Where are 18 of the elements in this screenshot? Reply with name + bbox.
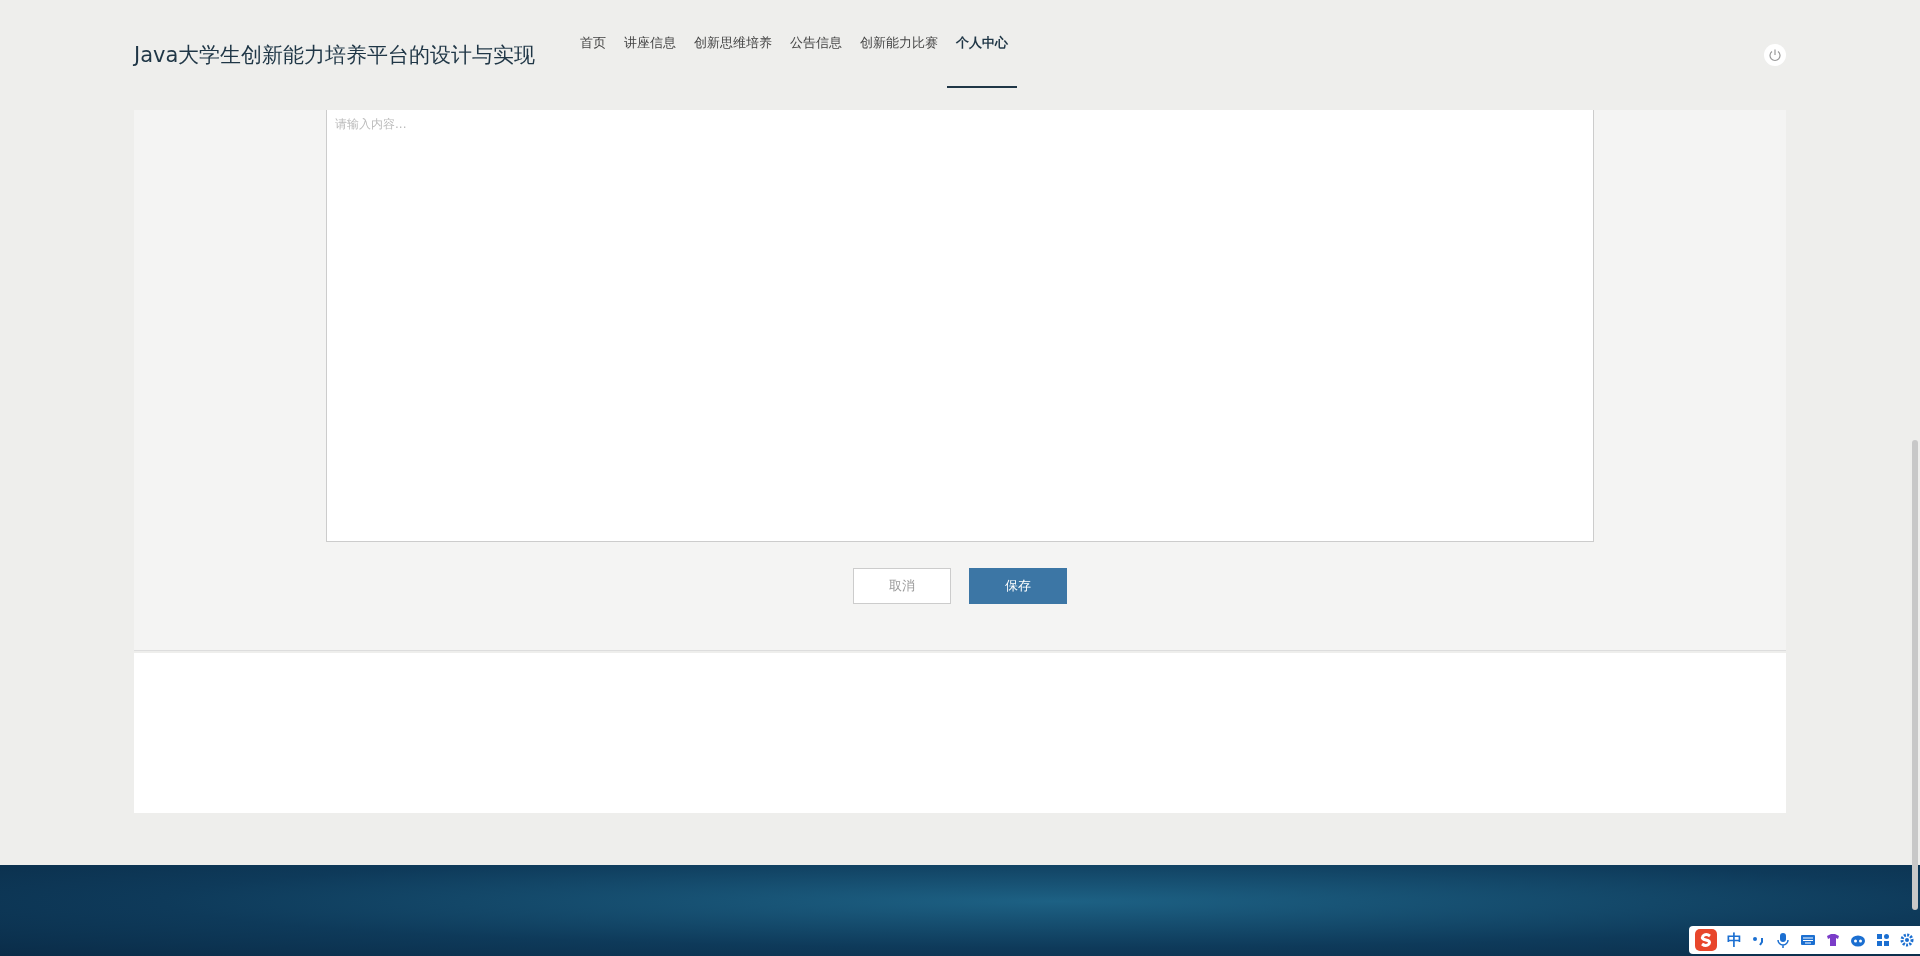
microphone-icon[interactable] [1776, 932, 1790, 948]
shirt-icon[interactable] [1826, 933, 1840, 947]
nav-tab[interactable]: 创新能力比赛 [851, 0, 948, 88]
nav-tab[interactable]: 创新思维培养 [685, 0, 782, 88]
scrollbar-thumb[interactable] [1912, 440, 1918, 910]
nav-tab[interactable]: 讲座信息 [615, 0, 686, 88]
nav-tab[interactable]: 首页 [571, 0, 616, 88]
robot-icon[interactable] [1850, 933, 1866, 947]
gear-icon[interactable] [1900, 933, 1914, 947]
grid-icon[interactable] [1876, 933, 1890, 947]
content-editor[interactable]: 请输入内容... [326, 110, 1594, 542]
nav-tab[interactable]: 个人中心 [947, 0, 1018, 88]
ime-logo-icon[interactable] [1695, 929, 1717, 951]
save-button[interactable]: 保存 [969, 568, 1067, 604]
site-title: Java大学生创新能力培养平台的设计与实现 [134, 42, 536, 69]
ime-mode[interactable]: 中 [1727, 930, 1742, 950]
nav-tab[interactable]: 公告信息 [781, 0, 852, 88]
keyboard-icon[interactable] [1800, 933, 1816, 947]
